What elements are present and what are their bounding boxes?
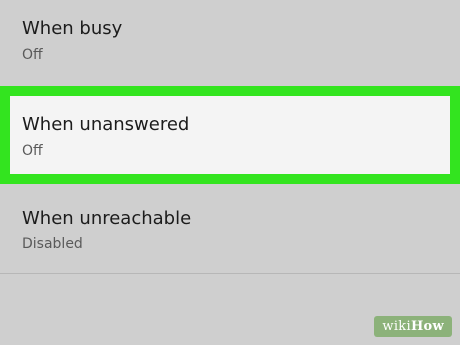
setting-when-unanswered[interactable]: When unanswered Off (10, 96, 450, 174)
watermark-wiki: wiki (382, 319, 411, 334)
setting-title: When unanswered (22, 114, 190, 135)
call-forwarding-settings-list: When busy Off When unanswered Off When u… (0, 0, 460, 345)
divider (0, 273, 460, 274)
setting-status: Off (22, 47, 43, 63)
watermark-how: How (410, 319, 444, 334)
setting-when-busy[interactable]: When busy Off (0, 0, 460, 80)
setting-when-unreachable[interactable]: When unreachable Disabled (0, 194, 460, 274)
setting-status: Disabled (22, 236, 83, 252)
wikihow-watermark: wikiHow (374, 316, 452, 337)
setting-title: When unreachable (22, 208, 192, 229)
setting-when-unanswered-highlight: When unanswered Off (0, 86, 460, 184)
setting-status: Off (22, 143, 43, 159)
setting-title: When busy (22, 18, 123, 39)
